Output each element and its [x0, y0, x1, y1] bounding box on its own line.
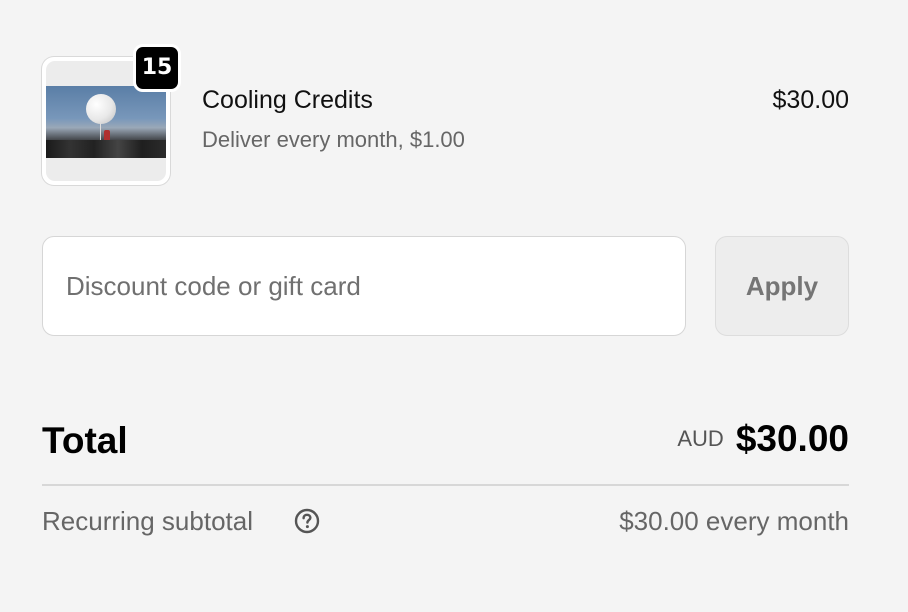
question-circle-icon[interactable]: [294, 508, 320, 534]
discount-code-input[interactable]: [42, 236, 686, 336]
ground-silhouettes: [46, 140, 166, 158]
recurring-subtotal-label: Recurring subtotal: [42, 506, 253, 536]
apply-discount-button[interactable]: Apply: [715, 236, 849, 336]
quantity-badge: 15: [133, 44, 181, 92]
photo-scene: [46, 86, 166, 158]
currency-code: AUD: [677, 426, 724, 451]
product-subscription-detail: Deliver every month, $1.00: [202, 127, 465, 152]
totals-divider: [42, 484, 849, 486]
total-label: Total: [42, 420, 128, 461]
total-amount: AUD $30.00: [677, 418, 849, 460]
total-value: $30.00: [735, 418, 849, 459]
line-item: 15 Cooling Credits Deliver every month, …: [42, 44, 849, 189]
balloon-shape: [86, 94, 116, 124]
product-name: Cooling Credits: [202, 86, 373, 114]
recurring-subtotal-value: $30.00 every month: [619, 506, 849, 536]
product-price: $30.00: [772, 86, 849, 114]
